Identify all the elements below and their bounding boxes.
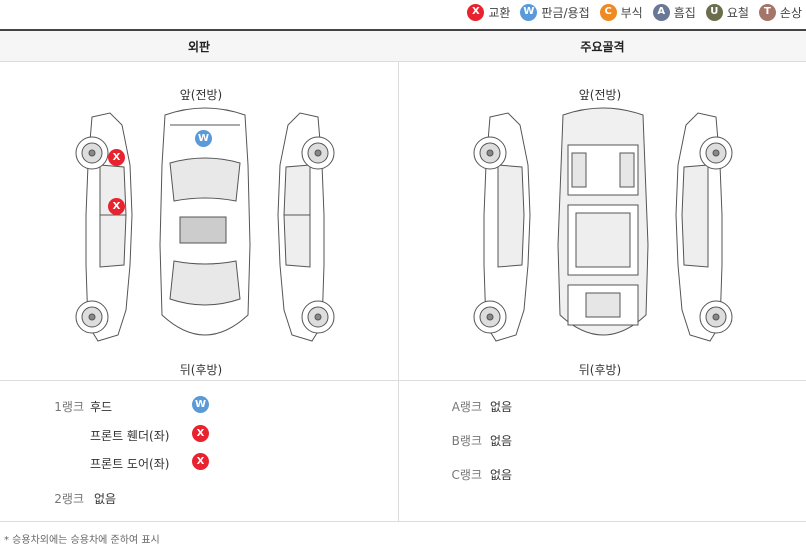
legend-item-damage: T 손상 — [758, 3, 802, 21]
exterior-rear-label: 뒤(후방) — [179, 363, 223, 377]
column-divider — [398, 62, 399, 521]
legend-item-dent: U 요철 — [705, 3, 749, 21]
legend-label: 판금/용접 — [541, 5, 590, 20]
damage-legend: X 교환 W 판금/용접 C 부식 A 흠집 U 요철 T 손상 — [467, 0, 802, 24]
rank1-item-front-door: 프론트 도어(좌) — [90, 455, 169, 472]
part-name: 프론트 도어(좌) — [90, 457, 170, 471]
part-name: 프론트 휀더(좌) — [90, 429, 170, 443]
inspection-panel: 외판 주요골격 앞(전방) 뒤(후방) 앞(전방) 뒤(후방) W X X 1랭… — [0, 29, 806, 522]
legend-label: 부식 — [620, 5, 643, 20]
exterior-header: 외판 — [187, 40, 211, 54]
rank-b-label: B랭크 — [451, 434, 482, 448]
rank1-item-front-fender: 프론트 휀더(좌) — [90, 427, 169, 444]
scratch-badge-icon: A — [652, 3, 670, 21]
rank-a-label: A랭크 — [451, 400, 482, 414]
front-door-damage-marker[interactable]: X — [108, 198, 125, 215]
frame-rank-c-row: C랭크 없음 — [442, 466, 513, 483]
rank-c-value: 없음 — [490, 468, 513, 482]
rank2-label: 2랭크 — [54, 492, 84, 506]
frame-rank-b-row: B랭크 없음 — [442, 432, 512, 449]
rank-c-label: C랭크 — [451, 468, 482, 482]
corrosion-badge-icon: C — [599, 3, 617, 21]
frame-rank-a-row: A랭크 없음 — [442, 398, 512, 415]
legend-item-exchange: X 교환 — [467, 3, 511, 21]
hood-rank-badge-icon: W — [192, 396, 209, 413]
rank1-item-hood: 후드 — [90, 398, 112, 415]
rank2-value: 없음 — [94, 492, 117, 506]
legend-label: 요철 — [726, 5, 749, 20]
door-rank-badge-icon: X — [192, 453, 209, 470]
panel-header: 외판 주요골격 — [0, 31, 806, 62]
panel-bottom-border — [0, 521, 806, 522]
part-name: 후드 — [90, 400, 113, 414]
hood-damage-marker[interactable]: W — [195, 130, 212, 147]
footnote: * 승용차외에는 승용차에 준하여 표시 — [4, 535, 160, 546]
legend-label: 손상 — [779, 5, 802, 20]
exterior-front-label: 앞(전방) — [179, 88, 223, 102]
rank1-label: 1랭크 — [54, 400, 84, 414]
fender-rank-badge-icon: X — [192, 425, 209, 442]
section-divider — [0, 380, 806, 381]
frame-front-label: 앞(전방) — [578, 88, 622, 102]
frame-rear-label: 뒤(후방) — [578, 363, 622, 377]
legend-item-corrosion: C 부식 — [599, 3, 643, 21]
legend-item-sheet-metal: W 판금/용접 — [520, 3, 590, 21]
rank-b-value: 없음 — [490, 434, 513, 448]
legend-item-scratch: A 흠집 — [652, 3, 696, 21]
exchange-badge-icon: X — [467, 3, 485, 21]
exterior-rank1-label-row: 1랭크 — [44, 398, 84, 415]
legend-label: 교환 — [488, 5, 511, 20]
sheet-metal-badge-icon: W — [520, 3, 538, 21]
legend-label: 흠집 — [673, 5, 696, 20]
frame-header: 주요골격 — [580, 40, 625, 54]
frame-car-diagram — [473, 107, 733, 342]
rank-a-value: 없음 — [490, 400, 513, 414]
damage-badge-icon: T — [758, 3, 776, 21]
front-fender-damage-marker[interactable]: X — [108, 149, 125, 166]
dent-badge-icon: U — [705, 3, 723, 21]
exterior-rank2-row: 2랭크 없음 — [44, 490, 116, 507]
